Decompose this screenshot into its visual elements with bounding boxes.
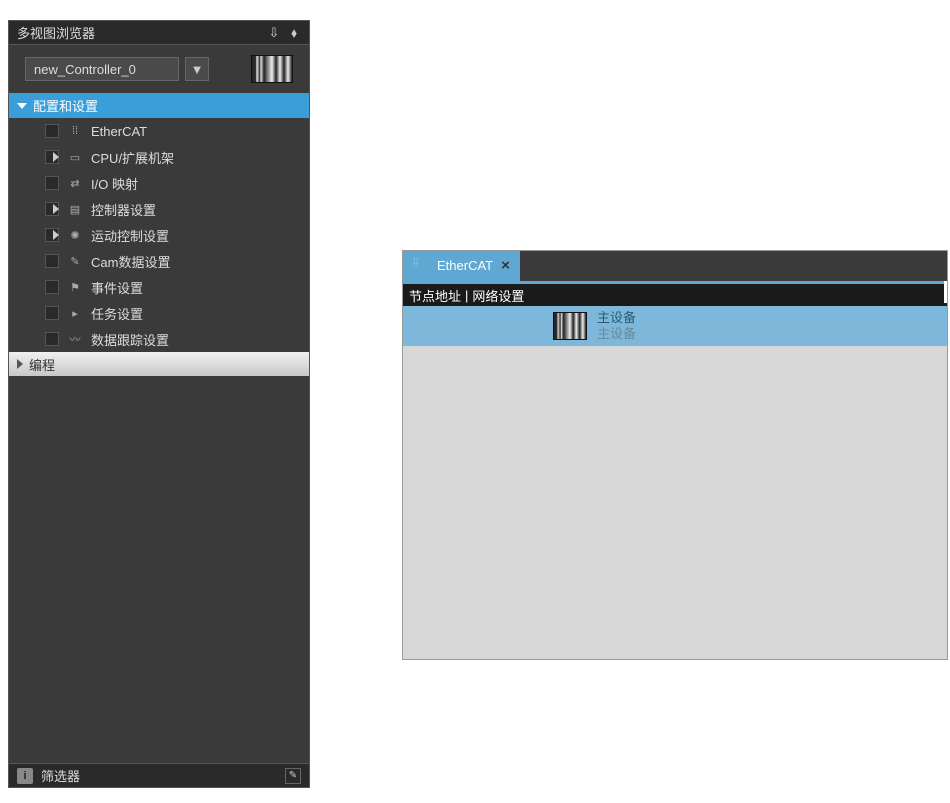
task-icon: ▸: [67, 306, 83, 320]
chevron-right-icon: [53, 230, 59, 240]
tree-item-ethercat[interactable]: ⁞⁞ EtherCAT: [9, 118, 309, 144]
info-icon[interactable]: i: [17, 768, 33, 784]
tree-item-trace[interactable]: 〰 数据跟踪设置: [9, 326, 309, 352]
programming-section-label: 编程: [29, 355, 55, 374]
config-section-header[interactable]: 配置和设置: [9, 93, 309, 118]
editor-content-area: [403, 346, 947, 659]
tree-item-checkbox[interactable]: [45, 124, 59, 138]
tree-item-label: I/O 映射: [91, 174, 138, 193]
motion-icon: ✺: [67, 228, 83, 242]
tree-item-task[interactable]: ▸ 任务设置: [9, 300, 309, 326]
tree-item-cpu[interactable]: ▭ CPU/扩展机架: [9, 144, 309, 170]
chevron-right-icon: [53, 152, 59, 162]
controller-selector-row: new_Controller_0 ▼: [9, 45, 309, 93]
tree-view: 配置和设置 ⁞⁞ EtherCAT ▭ CPU/扩展机架 ⇄ I/O 映射 ▤ …: [9, 93, 309, 763]
cpu-icon: ▭: [67, 150, 83, 164]
programming-section-header[interactable]: 编程: [9, 352, 309, 376]
config-section-label: 配置和设置: [33, 96, 98, 115]
ethercat-editor-panel: ⁞⁞ EtherCAT × 节点地址 | 网络设置 主设备 主设备: [402, 250, 948, 660]
tree-item-label: 运动控制设置: [91, 226, 169, 245]
device-icon: [553, 312, 587, 340]
tree-item-label: CPU/扩展机架: [91, 148, 174, 167]
tree-item-label: Cam数据设置: [91, 252, 170, 271]
tree-item-checkbox[interactable]: [45, 306, 59, 320]
device-secondary-label: 主设备: [597, 326, 636, 342]
tree-item-checkbox[interactable]: [45, 332, 59, 346]
filter-label[interactable]: 筛选器: [41, 766, 80, 785]
tree-item-checkbox[interactable]: [45, 176, 59, 190]
pin-icon[interactable]: ⬧: [287, 25, 301, 41]
multiview-browser-panel: 多视图浏览器 ⇩ ⬧ new_Controller_0 ▼ 配置和设置 ⁞⁞ E…: [8, 20, 310, 788]
col-node-address[interactable]: 节点地址: [409, 286, 461, 305]
trace-icon: 〰: [67, 332, 83, 346]
controller-device-icon[interactable]: [251, 55, 293, 83]
panel-title: 多视图浏览器: [17, 23, 95, 42]
chevron-right-icon: [17, 359, 23, 369]
col-divider: |: [465, 288, 468, 303]
tree-item-label: EtherCAT: [91, 124, 147, 139]
flag-icon: ⚑: [67, 280, 83, 294]
device-labels: 主设备 主设备: [597, 310, 636, 341]
column-headers: 节点地址 | 网络设置: [403, 284, 947, 306]
chevron-down-icon: [17, 103, 27, 109]
filter-pin-icon[interactable]: ✎: [285, 768, 301, 784]
tab-ethercat[interactable]: ⁞⁞ EtherCAT ×: [403, 251, 520, 281]
tree-item-event[interactable]: ⚑ 事件设置: [9, 274, 309, 300]
settings-icon: ▤: [67, 202, 83, 216]
tab-label: EtherCAT: [437, 258, 493, 273]
tree-item-label: 数据跟踪设置: [91, 330, 169, 349]
master-device-row[interactable]: 主设备 主设备: [403, 306, 947, 346]
close-icon[interactable]: ×: [501, 257, 510, 274]
cam-icon: ✎: [67, 254, 83, 268]
controller-selected-label: new_Controller_0: [34, 62, 136, 77]
tree-item-checkbox[interactable]: [45, 254, 59, 268]
autohide-icon[interactable]: ⇩: [267, 25, 281, 41]
tab-bar: ⁞⁞ EtherCAT ×: [403, 251, 947, 281]
device-primary-label: 主设备: [597, 310, 636, 326]
sidebar-footer: i 筛选器 ✎: [9, 763, 309, 787]
controller-dropdown[interactable]: new_Controller_0: [25, 57, 179, 81]
tree-item-label: 控制器设置: [91, 200, 156, 219]
tree-item-controller-settings[interactable]: ▤ 控制器设置: [9, 196, 309, 222]
tree-item-motion[interactable]: ✺ 运动控制设置: [9, 222, 309, 248]
panel-right-edge: [944, 281, 947, 303]
tree-item-label: 事件设置: [91, 278, 143, 297]
tree-item-label: 任务设置: [91, 304, 143, 323]
tree-item-checkbox[interactable]: [45, 280, 59, 294]
tree-item-cam[interactable]: ✎ Cam数据设置: [9, 248, 309, 274]
controller-dropdown-button[interactable]: ▼: [185, 57, 209, 81]
io-icon: ⇄: [67, 176, 83, 190]
chevron-right-icon: [53, 204, 59, 214]
col-network-config[interactable]: 网络设置: [472, 286, 524, 305]
ethercat-icon: ⁞⁞: [67, 124, 83, 138]
tree-item-io[interactable]: ⇄ I/O 映射: [9, 170, 309, 196]
ethercat-icon: ⁞⁞: [413, 258, 429, 272]
panel-titlebar: 多视图浏览器 ⇩ ⬧: [9, 21, 309, 45]
